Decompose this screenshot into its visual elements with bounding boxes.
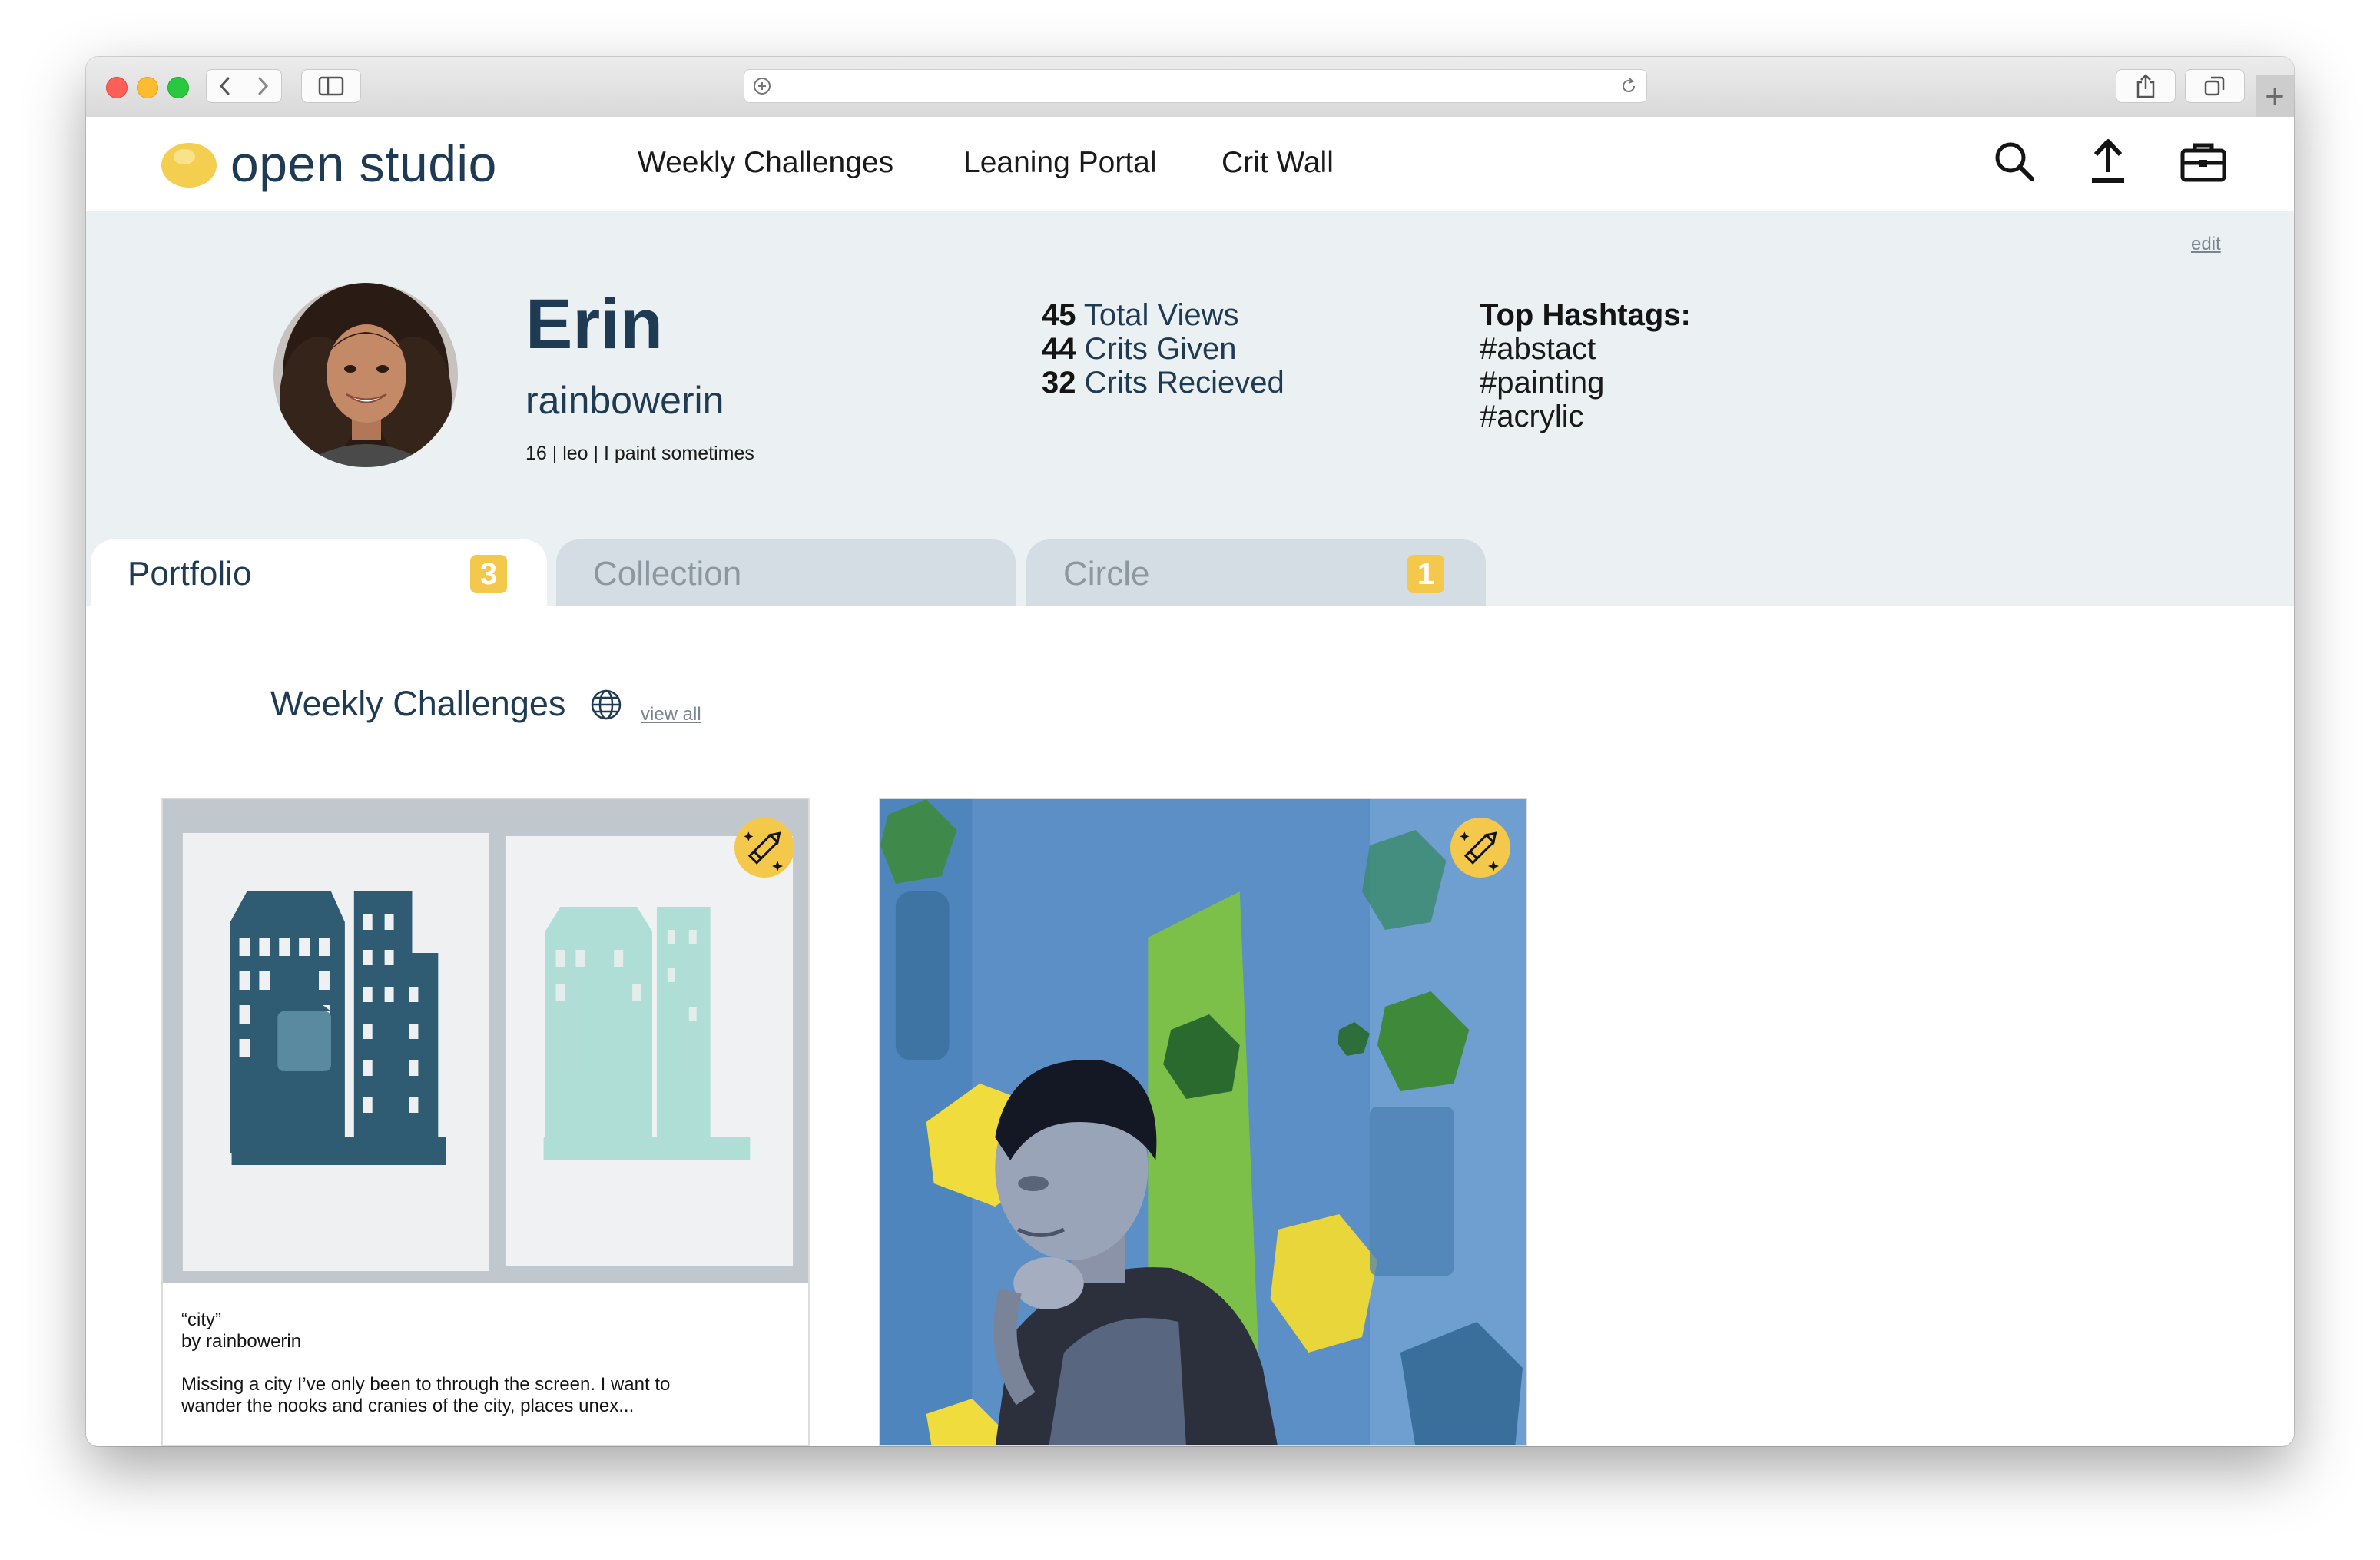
logo-text: open studio: [230, 135, 497, 192]
browser-toolbar: +: [86, 57, 2294, 118]
site-info-icon[interactable]: [751, 75, 774, 98]
share-button[interactable]: [2116, 69, 2176, 103]
artwork-image: [880, 799, 1526, 1445]
briefcase-icon[interactable]: [2179, 137, 2228, 186]
tab-collection[interactable]: Collection: [556, 539, 1016, 606]
hashtag-link[interactable]: #abstact: [1480, 332, 1691, 366]
nav-weekly-challenges[interactable]: Weekly Challenges: [638, 146, 893, 180]
tab-label: Portfolio: [128, 555, 252, 592]
tabs-overview-icon: [2204, 76, 2225, 96]
hashtags-title: Top Hashtags:: [1480, 298, 1691, 332]
browser-window: + open studio Weekly Challenges Leaning …: [86, 57, 2294, 1446]
profile-name: Erin: [525, 285, 663, 363]
avatar: [273, 283, 458, 467]
globe-icon: [591, 689, 622, 720]
forward-button[interactable]: [244, 69, 282, 103]
card-description: Missing a city I’ve only been to through…: [181, 1374, 671, 1416]
tab-label: Collection: [593, 555, 742, 592]
artwork-card[interactable]: “city” by rainbowerin Missing a city I’v…: [161, 798, 810, 1446]
hashtag-link[interactable]: #acrylic: [1480, 400, 1691, 433]
tab-portfolio[interactable]: Portfolio 3: [91, 539, 547, 606]
profile-username: rainbowerin: [525, 379, 724, 422]
logo-blob-icon: [161, 143, 217, 188]
site-header: open studio Weekly Challenges Leaning Po…: [86, 117, 2294, 211]
portfolio-content: Weekly Challenges view all “city” by rai…: [86, 606, 2294, 1446]
upload-icon[interactable]: [2083, 137, 2133, 186]
top-hashtags: Top Hashtags: #abstact #painting #acryli…: [1480, 298, 1691, 433]
sidebar-toggle-button[interactable]: [301, 69, 361, 103]
edit-profile-link[interactable]: edit: [2191, 234, 2221, 255]
address-bar[interactable]: [744, 69, 1647, 103]
search-icon[interactable]: [1990, 137, 2039, 186]
card-byline: by rainbowerin: [181, 1331, 302, 1352]
tab-circle[interactable]: Circle 1: [1026, 539, 1486, 606]
reload-icon[interactable]: [1617, 75, 1640, 98]
site-logo[interactable]: open studio: [160, 135, 497, 192]
stat-crits-given: 44 Crits Given: [1042, 332, 1237, 366]
tabs-overview-button[interactable]: [2185, 69, 2245, 103]
pencil-sparkle-icon[interactable]: [1449, 816, 1512, 879]
pencil-sparkle-icon[interactable]: [733, 816, 796, 879]
tab-count-badge: 3: [470, 555, 507, 593]
profile-header: edit Erin rainbowerin 16 | leo | I paint…: [86, 211, 2294, 606]
artwork-image: [163, 799, 808, 1283]
chevron-right-icon: [258, 77, 269, 95]
tab-count-badge: 1: [1407, 555, 1444, 593]
window-maximize-button[interactable]: [167, 77, 189, 98]
view-all-link[interactable]: view all: [641, 704, 701, 725]
card-caption: “city” by rainbowerin Missing a city I’v…: [181, 1309, 788, 1417]
stat-crits-received: 32 Crits Recieved: [1042, 366, 1284, 400]
chevron-left-icon: [219, 77, 230, 95]
artwork-card[interactable]: [879, 798, 1527, 1446]
stat-total-views: 45 Total Views: [1042, 298, 1239, 332]
new-tab-button[interactable]: +: [2256, 75, 2294, 117]
tab-label: Circle: [1063, 555, 1150, 592]
profile-bio: 16 | leo | I paint sometimes: [525, 443, 754, 464]
window-close-button[interactable]: [106, 77, 128, 98]
share-icon: [2136, 74, 2155, 98]
window-minimize-button[interactable]: [137, 77, 158, 98]
sidebar-icon: [318, 76, 344, 96]
profile-stats: 45 Total Views 44 Crits Given 32 Crits R…: [1042, 298, 1284, 400]
nav-leaning-portal[interactable]: Leaning Portal: [963, 146, 1157, 180]
back-button[interactable]: [206, 69, 244, 103]
nav-crit-wall[interactable]: Crit Wall: [1221, 146, 1334, 180]
card-title: “city”: [181, 1309, 221, 1330]
section-title: Weekly Challenges: [270, 684, 566, 723]
hashtag-link[interactable]: #painting: [1480, 366, 1691, 400]
